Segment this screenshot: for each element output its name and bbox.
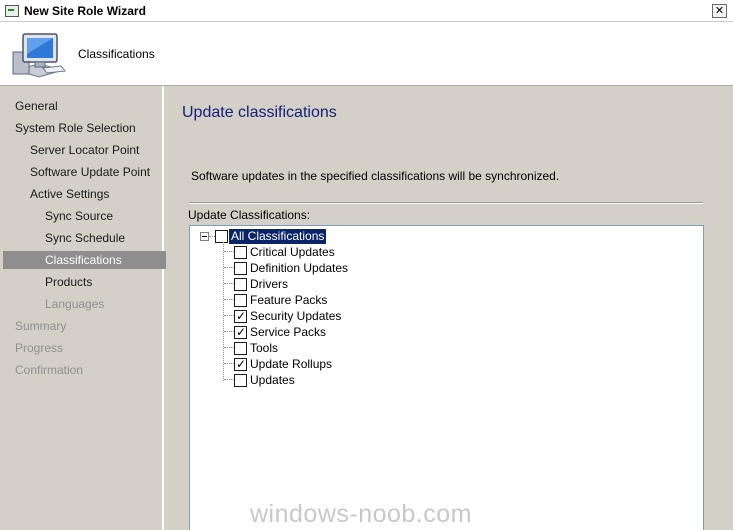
tree-item-updates[interactable]: Updates <box>248 373 297 388</box>
nav-item-confirmation: Confirmation <box>15 363 84 377</box>
tree-item-drivers[interactable]: Drivers <box>248 277 290 292</box>
checkbox-all-classifications[interactable] <box>215 230 228 243</box>
nav-item-software-update-point[interactable]: Software Update Point <box>3 163 190 181</box>
tree-connector <box>224 283 234 284</box>
check-mark-icon: ✓ <box>236 357 247 371</box>
checkbox-service-packs[interactable]: ✓ <box>234 326 247 339</box>
nav-item-general[interactable]: General <box>3 97 175 115</box>
wizard-content: Update classifications Software updates … <box>166 86 733 530</box>
tree-connector <box>224 315 234 316</box>
computer-monitor-icon <box>12 33 66 78</box>
check-mark-icon: ✓ <box>236 309 247 323</box>
checkbox-drivers[interactable] <box>234 278 247 291</box>
page-title: Update classifications <box>182 104 337 121</box>
close-button[interactable]: ✕ <box>712 4 727 18</box>
tree-label: Update Classifications: <box>188 208 311 222</box>
tree-connector <box>224 379 234 380</box>
nav-item-system-role-selection[interactable]: System Role Selection <box>3 119 175 137</box>
nav-item-server-locator-point[interactable]: Server Locator Point <box>3 141 190 159</box>
page-description: Software updates in the specified classi… <box>191 169 560 183</box>
checkbox-security-updates[interactable]: ✓ <box>234 310 247 323</box>
header-title: Classifications <box>78 47 155 61</box>
tree-item-all-classifications[interactable]: All Classifications <box>229 229 327 244</box>
checkbox-critical-updates[interactable] <box>234 246 247 259</box>
wizard-window: New Site Role Wizard ✕ Classifications G… <box>0 0 733 530</box>
checkbox-updates[interactable] <box>234 374 247 387</box>
tree-connector <box>224 363 234 364</box>
nav-item-active-settings[interactable]: Active Settings <box>3 185 190 203</box>
tree-connector <box>224 347 234 348</box>
tree-connector <box>224 267 234 268</box>
tree-connector <box>224 299 234 300</box>
tree-item-update-rollups[interactable]: Update Rollups <box>248 357 334 372</box>
checkbox-tools[interactable] <box>234 342 247 355</box>
title-bar[interactable]: New Site Role Wizard ✕ <box>0 0 733 22</box>
tree-connector <box>223 242 224 381</box>
classifications-tree[interactable]: All Classifications Critical Updates Def… <box>189 225 704 530</box>
watermark: windows-noob.com <box>250 500 472 528</box>
tree-item-critical-updates[interactable]: Critical Updates <box>248 245 337 260</box>
tree-connector <box>224 331 234 332</box>
tree-item-definition-updates[interactable]: Definition Updates <box>248 261 350 276</box>
tree-item-security-updates[interactable]: Security Updates <box>248 309 343 324</box>
checkbox-feature-packs[interactable] <box>234 294 247 307</box>
nav-item-summary: Summary <box>15 319 67 333</box>
tree-item-tools[interactable]: Tools <box>248 341 280 356</box>
tree-connector <box>224 251 234 252</box>
tree-item-service-packs[interactable]: Service Packs <box>248 325 328 340</box>
nav-item-progress: Progress <box>15 341 64 355</box>
wizard-icon <box>5 5 19 17</box>
tree-item-feature-packs[interactable]: Feature Packs <box>248 293 329 308</box>
checkbox-definition-updates[interactable] <box>234 262 247 275</box>
collapse-icon[interactable] <box>200 232 209 241</box>
checkbox-update-rollups[interactable]: ✓ <box>234 358 247 371</box>
separator <box>189 202 703 204</box>
wizard-navigation: General System Role Selection Server Loc… <box>0 86 205 530</box>
window-title: New Site Role Wizard <box>24 4 146 18</box>
wizard-header: Classifications <box>0 22 733 86</box>
check-mark-icon: ✓ <box>236 325 247 339</box>
